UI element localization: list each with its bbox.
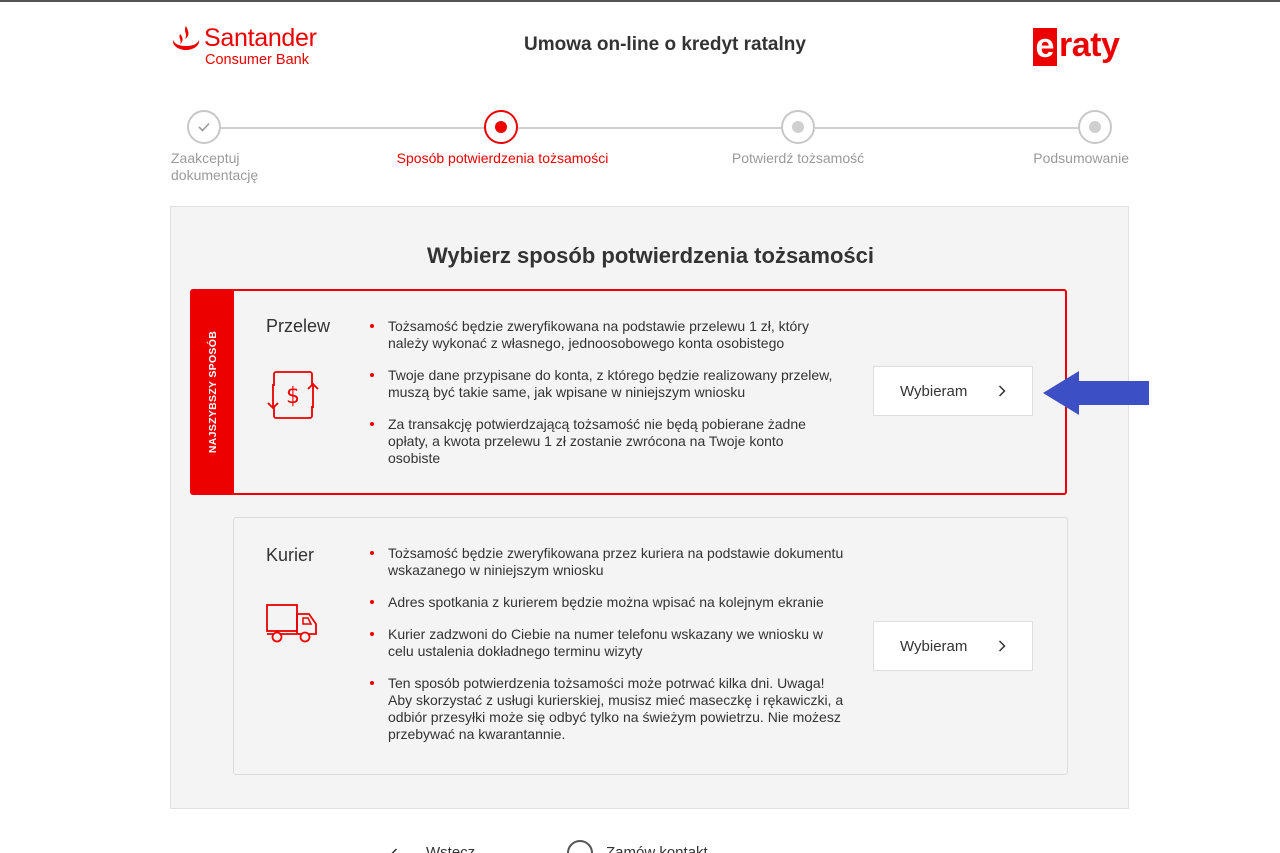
courier-info-list: Tożsamość będzie zweryfikowana przez kur… (368, 545, 848, 758)
option-title-transfer: Przelew (266, 316, 331, 336)
annotation-arrow-icon (1043, 371, 1149, 415)
svg-text:$: $ (286, 384, 300, 409)
step-label-identity-method: Sposób potwierdzenia tożsamości (396, 150, 609, 166)
dollar-transfer-icon: $ (266, 371, 320, 419)
list-item: Tożsamość będzie zweryfikowana na podsta… (368, 318, 838, 352)
option-card-courier[interactable]: Kurier Tożsamość będzie zweryfikowana pr… (233, 517, 1068, 775)
step-2-active-indicator (484, 110, 518, 144)
contact-label: Zamów kontakt (606, 844, 708, 853)
chevron-right-icon (998, 385, 1006, 397)
panel-title: Wybierz sposób potwierdzenia tożsamości (426, 243, 874, 268)
delivery-truck-icon (266, 604, 317, 643)
step-connector (221, 127, 485, 129)
fastest-badge-label: NAJSZYBSZY SPOSÓB (207, 330, 219, 454)
progress-stepper: Zaakceptuj dokumentację Sposób potwierdz… (0, 0, 1280, 200)
list-item: Za transakcję potwierdzającą tożsamość n… (368, 416, 838, 467)
button-label: Wybieram (900, 638, 968, 655)
step-connector (518, 127, 782, 129)
list-item: Tożsamość będzie zweryfikowana przez kur… (368, 545, 848, 579)
list-item: Kurier zadzwoni do Ciebie na numer telef… (368, 626, 848, 660)
transfer-info-list: Tożsamość będzie zweryfikowana na podsta… (368, 318, 838, 482)
checkmark-icon (198, 122, 210, 132)
list-item: Ten sposób potwierdzenia tożsamości może… (368, 675, 848, 743)
step-label-accept-docs: Zaakceptuj dokumentację (171, 150, 259, 183)
choose-courier-button[interactable]: Wybieram (873, 621, 1033, 671)
choose-transfer-button[interactable]: Wybieram (873, 366, 1033, 416)
option-title-courier: Kurier (266, 545, 315, 565)
step-1-done-indicator (187, 110, 221, 144)
identity-method-panel: Wybierz sposób potwierdzenia tożsamości … (170, 206, 1129, 809)
list-item: Twoje dane przypisane do konta, z któreg… (368, 367, 838, 401)
option-card-transfer[interactable]: NAJSZYBSZY SPOSÓB Przelew $ Tożsamość bę… (190, 289, 1067, 495)
phone-icon (567, 840, 593, 853)
step-label-confirm-identity: Potwierdź tożsamość (731, 150, 865, 166)
step-label-summary: Podsumowanie (1033, 150, 1129, 166)
chevron-left-icon (391, 848, 398, 853)
chevron-right-icon (998, 640, 1006, 652)
fastest-badge: NAJSZYBSZY SPOSÓB (192, 291, 234, 493)
step-connector (815, 127, 1078, 129)
step-4-indicator (1078, 110, 1112, 144)
step-3-indicator (781, 110, 815, 144)
list-item: Adres spotkania z kurierem będzie można … (368, 594, 848, 611)
button-label: Wybieram (900, 383, 968, 400)
back-label: Wstecz (426, 844, 476, 853)
